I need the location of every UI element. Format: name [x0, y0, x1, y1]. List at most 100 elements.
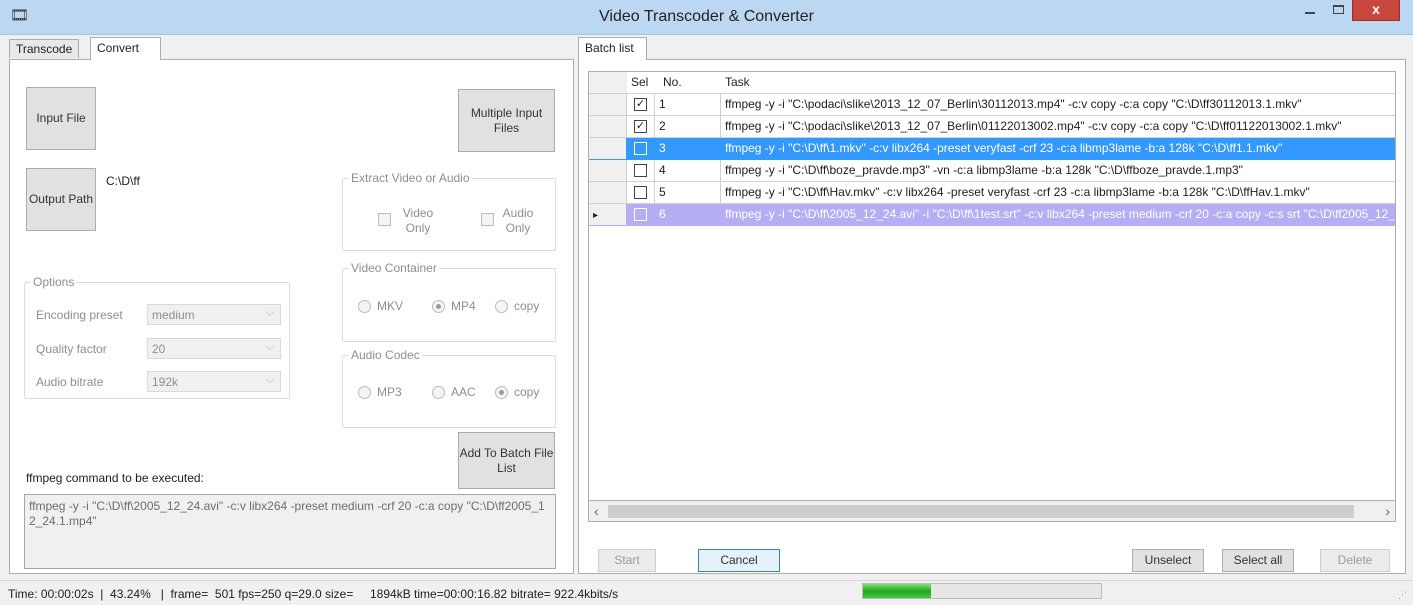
sel-cell: ✓ — [627, 116, 655, 138]
radio-circle — [358, 299, 371, 313]
container-copy-radio[interactable]: copy — [495, 299, 539, 313]
row-header[interactable]: ▸ — [589, 204, 627, 226]
audio-bitrate-select[interactable]: 192k ⌵ — [147, 371, 281, 392]
audio-only-checkbox[interactable] — [481, 213, 494, 226]
row-header-corner — [589, 72, 627, 94]
column-header-sel[interactable]: Sel — [627, 72, 655, 94]
delete-button[interactable]: Delete — [1320, 549, 1390, 572]
encoding-preset-value: medium — [152, 308, 195, 322]
audio-bitrate-value: 192k — [152, 375, 179, 389]
multiple-input-files-button[interactable]: Multiple Input Files — [458, 89, 555, 152]
horizontal-scrollbar[interactable]: ‹ › — [588, 501, 1396, 522]
select-all-button[interactable]: Select all — [1222, 549, 1294, 572]
checkbox-checked[interactable]: ✓ — [634, 120, 647, 133]
quality-factor-value: 20 — [152, 342, 166, 356]
table-row[interactable]: ✓ 2 ffmpeg -y -i "C:\podaci\slike\2013_12_… — [589, 116, 1395, 138]
radio-circle — [358, 385, 371, 399]
tab-convert[interactable]: Convert — [90, 37, 161, 60]
output-path-value: C:\D\ff — [106, 174, 140, 188]
command-textbox[interactable]: ffmpeg -y -i "C:\D\ff\2005_12_24.avi" -c… — [24, 494, 556, 569]
column-header-no[interactable]: No. — [655, 72, 721, 94]
row-header[interactable] — [589, 182, 627, 204]
row-header[interactable] — [589, 160, 627, 182]
chevron-down-icon: ⌵ — [265, 341, 274, 353]
cancel-button[interactable]: Cancel — [698, 549, 780, 572]
radio-circle — [495, 299, 508, 313]
status-text: Time: 00:00:02s | 43.24% | frame= 501 fp… — [8, 587, 619, 601]
sel-cell — [627, 182, 655, 204]
codec-mp3-label: MP3 — [377, 385, 402, 399]
audio-codec-legend: Audio Codec — [349, 348, 422, 362]
unselect-button[interactable]: Unselect — [1132, 549, 1204, 572]
command-label: ffmpeg command to be executed: — [26, 471, 204, 485]
codec-aac-radio[interactable]: AAC — [432, 385, 476, 399]
container-mkv-radio[interactable]: MKV — [358, 299, 403, 313]
codec-copy-radio[interactable]: copy — [495, 385, 539, 399]
maximize-button[interactable] — [1324, 0, 1352, 21]
scrollbar-thumb[interactable] — [608, 505, 1354, 518]
task-cell: ffmpeg -y -i "C:\D\ff\boze_pravde.mp3" -… — [721, 160, 1395, 182]
no-cell: 5 — [655, 182, 721, 204]
extract-group-legend: Extract Video or Audio — [349, 171, 472, 185]
column-header-task[interactable]: Task — [721, 72, 1395, 94]
radio-circle — [495, 385, 508, 399]
row-header[interactable] — [589, 116, 627, 138]
container-mp4-radio[interactable]: MP4 — [432, 299, 476, 313]
resize-grip-icon[interactable]: ⋰ — [1398, 590, 1407, 601]
sel-cell — [627, 204, 655, 226]
maximize-icon — [1332, 5, 1344, 14]
title-bar: 🎞 Video Transcoder & Converter x — [0, 0, 1413, 35]
input-file-button[interactable]: Input File — [26, 87, 96, 150]
checkbox[interactable] — [634, 142, 647, 155]
batch-grid: Sel No. Task ✓ 1 ffmpeg -y -i "C:\podaci\s… — [588, 71, 1396, 501]
task-cell: ffmpeg -y -i "C:\D\ff\2005_12_24.avi" -i… — [721, 204, 1395, 226]
chevron-down-icon: ⌵ — [265, 307, 274, 319]
table-row[interactable]: 5 ffmpeg -y -i "C:\D\ff\Hav.mkv" -c:v lib… — [589, 182, 1395, 204]
minimize-button[interactable] — [1296, 0, 1324, 21]
checkbox[interactable] — [634, 164, 647, 177]
container-mkv-label: MKV — [377, 299, 404, 313]
no-cell: 2 — [655, 116, 721, 138]
radio-circle — [432, 299, 445, 313]
codec-mp3-radio[interactable]: MP3 — [358, 385, 402, 399]
scroll-right-icon[interactable]: › — [1385, 503, 1390, 519]
tab-transcode[interactable]: Transcode — [9, 39, 80, 58]
window-title: Video Transcoder & Converter — [599, 8, 814, 25]
encoding-preset-select[interactable]: medium ⌵ — [147, 304, 281, 325]
tab-batch-list[interactable]: Batch list — [578, 37, 647, 60]
row-header[interactable] — [589, 94, 627, 116]
task-cell: ffmpeg -y -i "C:\podaci\slike\2013_12_07… — [721, 94, 1395, 116]
no-cell: 3 — [655, 138, 721, 160]
table-row[interactable]: 4 ffmpeg -y -i "C:\D\ff\boze_pravde.mp3" … — [589, 160, 1395, 182]
checkbox-checked[interactable]: ✓ — [634, 98, 647, 111]
audio-only-label: Audio Only — [502, 206, 534, 235]
sel-cell — [627, 138, 655, 160]
output-path-button[interactable]: Output Path — [26, 168, 96, 231]
progress-fill — [863, 584, 932, 598]
video-only-checkbox[interactable] — [378, 213, 391, 226]
checkbox[interactable] — [634, 186, 647, 199]
scroll-left-icon[interactable]: ‹ — [594, 503, 599, 519]
grid-header: Sel No. Task — [589, 72, 1395, 94]
minimize-icon — [1305, 12, 1315, 14]
table-row[interactable]: 3 ffmpeg -y -i "C:\D\ff\1.mkv" -c:v libx2… — [589, 138, 1395, 160]
table-row[interactable]: ▸ 6 ffmpeg -y -i "C:\D\ff\2005_12_24.avi" … — [589, 204, 1395, 226]
close-button[interactable]: x — [1352, 0, 1400, 21]
codec-copy-label: copy — [514, 385, 540, 399]
status-bar: Time: 00:00:02s | 43.24% | frame= 501 fp… — [0, 580, 1413, 605]
quality-factor-label: Quality factor — [36, 342, 107, 356]
row-header[interactable] — [589, 138, 627, 160]
start-button[interactable]: Start — [598, 549, 656, 572]
container-copy-label: copy — [514, 299, 540, 313]
audio-bitrate-label: Audio bitrate — [36, 375, 104, 389]
codec-aac-label: AAC — [451, 385, 476, 399]
task-cell: ffmpeg -y -i "C:\D\ff\Hav.mkv" -c:v libx… — [721, 182, 1395, 204]
no-cell: 1 — [655, 94, 721, 116]
table-row[interactable]: ✓ 1 ffmpeg -y -i "C:\podaci\slike\2013_12_… — [589, 94, 1395, 116]
checkbox[interactable] — [634, 208, 647, 221]
add-to-batch-button[interactable]: Add To Batch File List — [458, 432, 555, 489]
options-group-legend: Options — [31, 275, 77, 289]
task-cell: ffmpeg -y -i "C:\D\ff\1.mkv" -c:v libx26… — [721, 138, 1395, 160]
progress-bar — [862, 583, 1102, 599]
quality-factor-select[interactable]: 20 ⌵ — [147, 338, 281, 359]
